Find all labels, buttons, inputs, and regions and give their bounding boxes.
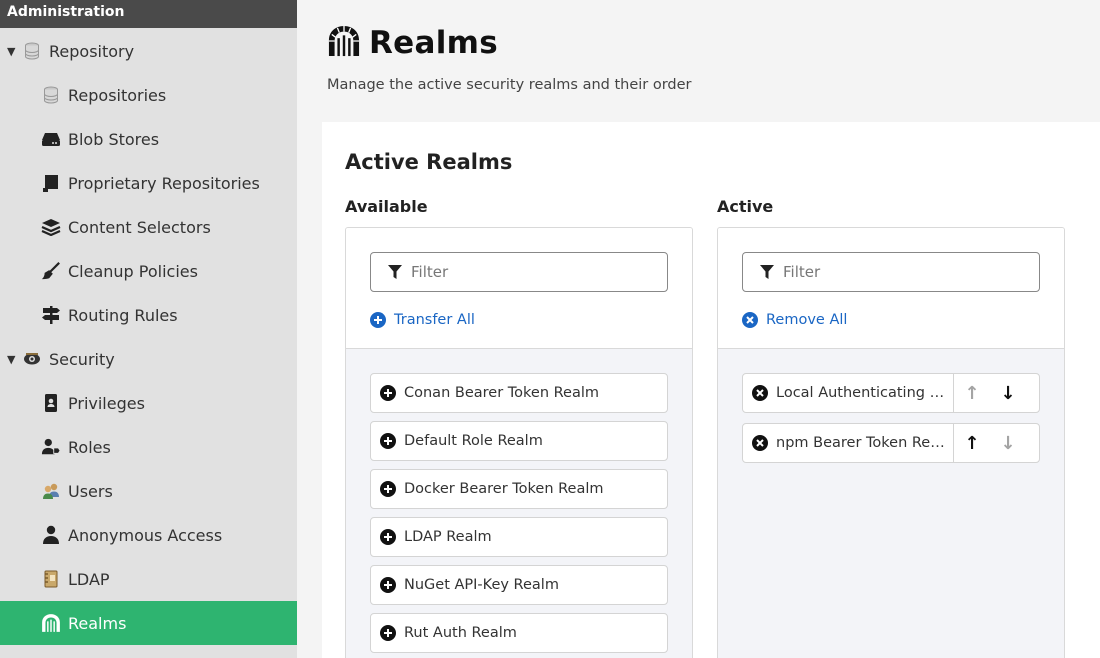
sidebar-item-label: Realms — [68, 613, 127, 633]
plus-circle-icon — [370, 312, 386, 328]
database-icon — [22, 41, 42, 61]
sidebar: Administration ▼ Repository Repositories… — [0, 0, 297, 658]
sidebar-item-label: Privileges — [68, 393, 145, 413]
users-icon — [41, 481, 61, 501]
id-badge-icon — [41, 393, 61, 413]
available-realm-item[interactable]: Rut Auth Realm — [370, 613, 668, 653]
available-filter-input[interactable] — [411, 263, 651, 281]
sidebar-item-label: Proprietary Repositories — [68, 173, 260, 193]
sidebar-item-content-selectors[interactable]: Content Selectors — [0, 205, 297, 249]
sidebar-item-label: LDAP — [68, 569, 110, 589]
available-realm-item[interactable]: LDAP Realm — [370, 517, 668, 557]
times-circle-icon[interactable] — [752, 435, 768, 451]
sidebar-item-label: Cleanup Policies — [68, 261, 198, 281]
sidebar-item-anonymous-access[interactable]: Anonymous Access — [0, 513, 297, 557]
transfer-all-label: Transfer All — [394, 312, 475, 328]
available-realm-item[interactable]: Docker Bearer Token Realm — [370, 469, 668, 509]
plus-circle-icon[interactable] — [380, 481, 396, 497]
reorder-controls: ↑ ↓ — [953, 374, 1039, 412]
active-filter-input[interactable] — [783, 263, 1023, 281]
remove-all-label: Remove All — [766, 312, 848, 328]
layers-icon — [41, 217, 61, 237]
available-panel-header: Transfer All — [346, 228, 692, 349]
realm-label: LDAP Realm — [404, 529, 492, 545]
filter-icon — [388, 265, 402, 279]
sidebar-item-label: Repositories — [68, 85, 167, 105]
sidebar-item-blob-stores[interactable]: Blob Stores — [0, 117, 297, 161]
sidebar-item-users[interactable]: Users — [0, 469, 297, 513]
eye-icon — [22, 349, 42, 369]
arrow-down-icon[interactable]: ↓ — [990, 374, 1026, 412]
card-title: Active Realms — [345, 150, 513, 174]
available-filter[interactable] — [370, 252, 668, 292]
sidebar-item-roles[interactable]: Roles — [0, 425, 297, 469]
sidebar-item-label: Security — [49, 349, 115, 369]
active-panel-header: Remove All — [718, 228, 1064, 349]
page-title: Realms — [369, 25, 498, 61]
sidebar-item-repositories[interactable]: Repositories — [0, 73, 297, 117]
plus-circle-icon[interactable] — [380, 529, 396, 545]
user-icon — [41, 525, 61, 545]
broom-icon — [41, 261, 61, 281]
active-realm-item[interactable]: npm Bearer Token Realm ↑ ↓ — [742, 423, 1040, 463]
realm-label: Docker Bearer Token Realm — [404, 481, 604, 497]
sidebar-item-proprietary-repositories[interactable]: Proprietary Repositories — [0, 161, 297, 205]
hard-drive-icon — [41, 129, 61, 149]
caret-down-icon[interactable]: ▼ — [7, 45, 15, 58]
available-title: Available — [345, 197, 428, 216]
sidebar-item-label: Content Selectors — [68, 217, 211, 237]
realm-label: Local Authenticating Realm — [776, 385, 948, 401]
sidebar-item-privileges[interactable]: Privileges — [0, 381, 297, 425]
page-header: Realms — [327, 24, 498, 62]
arrow-up-icon[interactable]: ↑ — [954, 374, 990, 412]
transfer-all-link[interactable]: Transfer All — [370, 310, 475, 330]
remove-all-link[interactable]: Remove All — [742, 310, 847, 330]
realm-label: npm Bearer Token Realm — [776, 435, 948, 451]
sidebar-item-cleanup-policies[interactable]: Cleanup Policies — [0, 249, 297, 293]
user-tag-icon — [41, 437, 61, 457]
dungeon-icon — [327, 25, 361, 61]
arrow-up-icon[interactable]: ↑ — [954, 424, 990, 462]
available-realm-item[interactable]: Default Role Realm — [370, 421, 668, 461]
plus-circle-icon[interactable] — [380, 385, 396, 401]
sidebar-item-label: Roles — [68, 437, 111, 457]
reorder-controls: ↑ ↓ — [953, 424, 1039, 462]
times-circle-icon — [742, 312, 758, 328]
sidebar-item-label: Anonymous Access — [68, 525, 223, 545]
signpost-icon — [41, 305, 61, 325]
sidebar-item-label: Routing Rules — [68, 305, 178, 325]
sidebar-item-label: Users — [68, 481, 113, 501]
sidebar-header: Administration — [0, 0, 297, 28]
database-icon — [41, 85, 61, 105]
available-panel: Transfer All Conan Bearer Token Realm De… — [345, 227, 693, 658]
realm-label: Rut Auth Realm — [404, 625, 517, 641]
active-filter[interactable] — [742, 252, 1040, 292]
caret-down-icon[interactable]: ▼ — [7, 353, 15, 366]
active-realm-item[interactable]: Local Authenticating Realm ↑ ↓ — [742, 373, 1040, 413]
dungeon-icon — [41, 613, 61, 633]
arrow-down-icon[interactable]: ↓ — [990, 424, 1026, 462]
realm-label: Default Role Realm — [404, 433, 543, 449]
plus-circle-icon[interactable] — [380, 625, 396, 641]
flag-icon — [41, 173, 61, 193]
sidebar-item-ldap[interactable]: LDAP — [0, 557, 297, 601]
sidebar-item-realms[interactable]: Realms — [0, 601, 297, 645]
filter-icon — [760, 265, 774, 279]
plus-circle-icon[interactable] — [380, 577, 396, 593]
sidebar-item-label: Blob Stores — [68, 129, 160, 149]
active-title: Active — [717, 197, 774, 216]
available-realm-item[interactable]: NuGet API-Key Realm — [370, 565, 668, 605]
realm-label: Conan Bearer Token Realm — [404, 385, 600, 401]
sidebar-item-repository[interactable]: ▼ Repository — [0, 29, 297, 73]
sidebar-item-routing-rules[interactable]: Routing Rules — [0, 293, 297, 337]
available-realm-item[interactable]: Conan Bearer Token Realm — [370, 373, 668, 413]
realm-label: NuGet API-Key Realm — [404, 577, 559, 593]
sidebar-item-security[interactable]: ▼ Security — [0, 337, 297, 381]
plus-circle-icon[interactable] — [380, 433, 396, 449]
address-book-icon — [41, 569, 61, 589]
page-subtitle: Manage the active security realms and th… — [327, 77, 692, 93]
active-panel: Remove All Local Authenticating Realm ↑ … — [717, 227, 1065, 658]
times-circle-icon[interactable] — [752, 385, 768, 401]
sidebar-item-label: Repository — [49, 41, 135, 61]
